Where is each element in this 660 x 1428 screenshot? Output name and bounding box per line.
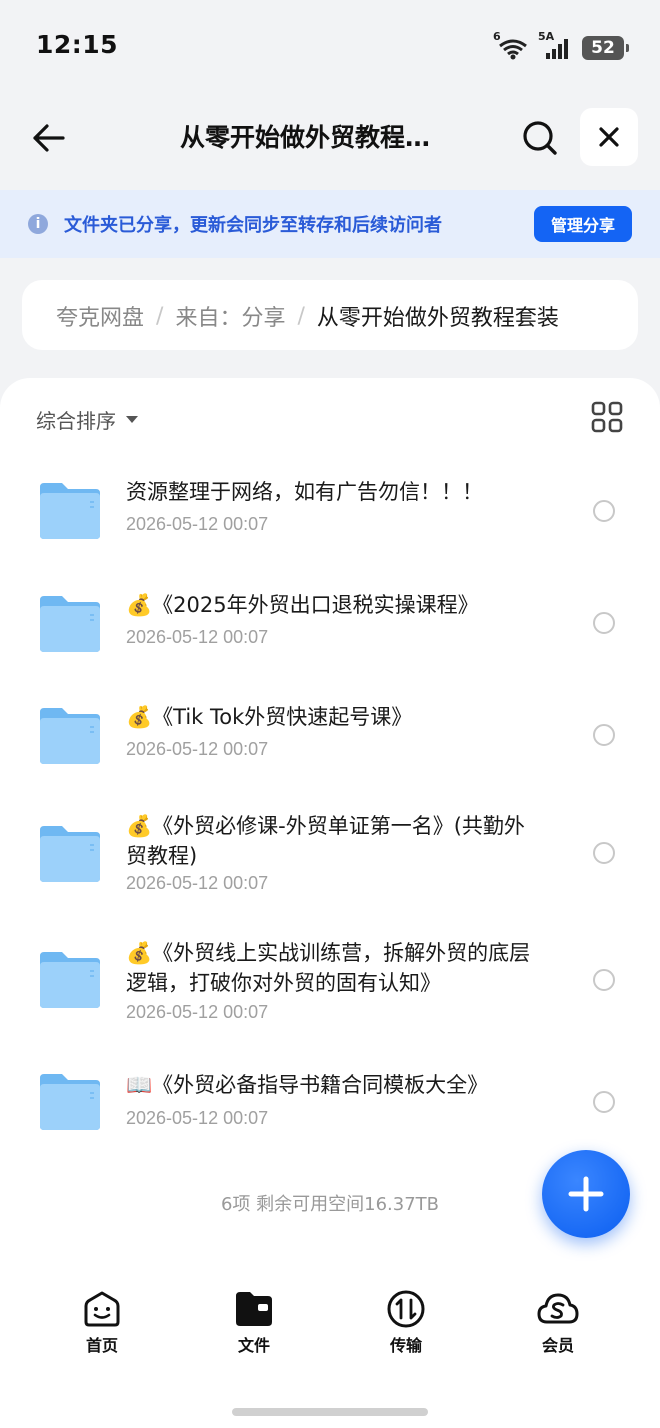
file-list-panel: 综合排序 资源整理于网络，如有广告勿信！！！ 2026-05-12 00:07 … xyxy=(0,378,660,1428)
file-date: 2026-05-12 00:07 xyxy=(126,627,269,647)
file-row[interactable]: 资源整理于网络，如有广告勿信！！！ 2026-05-12 00:07 xyxy=(0,473,660,563)
signal-icon: 5A xyxy=(538,30,572,60)
add-button[interactable] xyxy=(542,1150,630,1238)
close-icon xyxy=(599,127,619,147)
file-date: 2026-05-12 00:07 xyxy=(126,739,269,759)
folder-icon xyxy=(40,708,100,764)
file-name: 💰《Tik Tok外贸快速起号课》 xyxy=(126,705,413,729)
breadcrumb-item-root[interactable]: 夸克网盘 xyxy=(56,300,144,332)
sort-dropdown[interactable]: 综合排序 xyxy=(36,405,138,434)
file-name: 💰《外贸线上实战训练营，拆解外贸的底层逻辑，打破你对外贸的固有认知》 xyxy=(126,941,531,995)
top-nav-bar: 从零开始做外贸教程… xyxy=(0,100,660,176)
file-date: 2026-05-12 00:07 xyxy=(126,873,269,893)
tab-home[interactable]: 首页 xyxy=(62,1290,142,1356)
file-row[interactable]: 📖《外贸必备指导书籍合同模板大全》 2026-05-12 00:07 xyxy=(0,1068,660,1158)
file-name: 💰《2025年外贸出口退税实操课程》 xyxy=(126,593,479,617)
folder-icon xyxy=(40,952,100,1008)
select-checkbox[interactable] xyxy=(593,969,615,991)
search-icon xyxy=(523,121,557,155)
tab-home-label: 首页 xyxy=(85,1336,118,1355)
breadcrumb-separator: / xyxy=(156,303,164,329)
back-button[interactable] xyxy=(20,110,76,166)
file-row[interactable]: 💰《外贸必修课-外贸单证第一名》(共勤外贸教程) 2026-05-12 00:0… xyxy=(0,810,660,920)
transfer-icon xyxy=(387,1290,425,1328)
tab-files-label: 文件 xyxy=(237,1336,270,1355)
signal-label: 5A xyxy=(538,30,555,43)
tab-files[interactable]: 文件 xyxy=(214,1290,294,1356)
bottom-nav: 首页 文件 传输 会员 xyxy=(0,1290,660,1360)
battery-icon: 52 xyxy=(582,36,629,60)
share-banner: i 文件夹已分享，更新会同步至转存和后续访问者 管理分享 xyxy=(0,190,660,258)
file-date: 2026-05-12 00:07 xyxy=(126,1002,269,1022)
tab-member[interactable]: 会员 xyxy=(518,1290,598,1356)
file-date: 2026-05-12 00:07 xyxy=(126,514,269,534)
breadcrumb: 夸克网盘 / 来自：分享 / 从零开始做外贸教程套装 xyxy=(22,280,638,350)
file-row[interactable]: 💰《外贸线上实战训练营，拆解外贸的底层逻辑，打破你对外贸的固有认知》 2026-… xyxy=(0,938,660,1048)
file-row[interactable]: 💰《Tik Tok外贸快速起号课》 2026-05-12 00:07 xyxy=(0,698,660,788)
breadcrumb-item-current: 从零开始做外贸教程套装 xyxy=(316,306,559,331)
file-row[interactable]: 💰《2025年外贸出口退税实操课程》 2026-05-12 00:07 xyxy=(0,586,660,676)
status-bar: 12:15 6 5A 52 xyxy=(0,0,660,96)
grid-icon xyxy=(591,401,623,433)
folder-icon xyxy=(236,1292,272,1326)
battery-level: 52 xyxy=(591,38,615,58)
file-name: 资源整理于网络，如有广告勿信！！！ xyxy=(126,480,483,504)
folder-icon xyxy=(40,1074,100,1130)
page-title: 从零开始做外贸教程… xyxy=(180,123,431,152)
home-face-icon xyxy=(84,1291,120,1327)
file-name: 📖《外贸必备指导书籍合同模板大全》 xyxy=(126,1073,489,1097)
plus-icon xyxy=(568,1176,604,1212)
tab-member-label: 会员 xyxy=(541,1336,574,1355)
select-checkbox[interactable] xyxy=(593,612,615,634)
select-checkbox[interactable] xyxy=(593,724,615,746)
wifi-icon: 6 xyxy=(493,30,528,60)
arrow-left-icon xyxy=(33,124,65,152)
breadcrumb-item-share[interactable]: 来自：分享 xyxy=(175,300,285,332)
grid-view-toggle[interactable] xyxy=(590,400,624,434)
file-name: 💰《外贸必修课-外贸单证第一名》(共勤外贸教程) xyxy=(126,814,525,868)
select-checkbox[interactable] xyxy=(593,500,615,522)
status-icons: 6 5A 52 xyxy=(493,30,629,62)
breadcrumb-separator: / xyxy=(297,303,305,329)
sort-label: 综合排序 xyxy=(36,409,116,433)
folder-icon xyxy=(40,596,100,652)
folder-icon xyxy=(40,826,100,882)
select-checkbox[interactable] xyxy=(593,842,615,864)
select-checkbox[interactable] xyxy=(593,1091,615,1113)
share-banner-text: 文件夹已分享，更新会同步至转存和后续访问者 xyxy=(64,215,442,236)
close-button[interactable] xyxy=(580,108,638,166)
tab-transfer-label: 传输 xyxy=(389,1336,422,1355)
caret-down-icon xyxy=(126,416,138,423)
manage-share-button[interactable]: 管理分享 xyxy=(534,206,632,242)
info-icon: i xyxy=(28,214,48,234)
wifi-label: 6 xyxy=(493,30,501,43)
status-time: 12:15 xyxy=(36,30,119,59)
home-indicator[interactable] xyxy=(232,1408,428,1416)
tab-transfer[interactable]: 传输 xyxy=(366,1290,446,1356)
member-cloud-icon xyxy=(537,1293,579,1324)
folder-icon xyxy=(40,483,100,539)
file-date: 2026-05-12 00:07 xyxy=(126,1108,269,1128)
search-button[interactable] xyxy=(512,110,568,166)
